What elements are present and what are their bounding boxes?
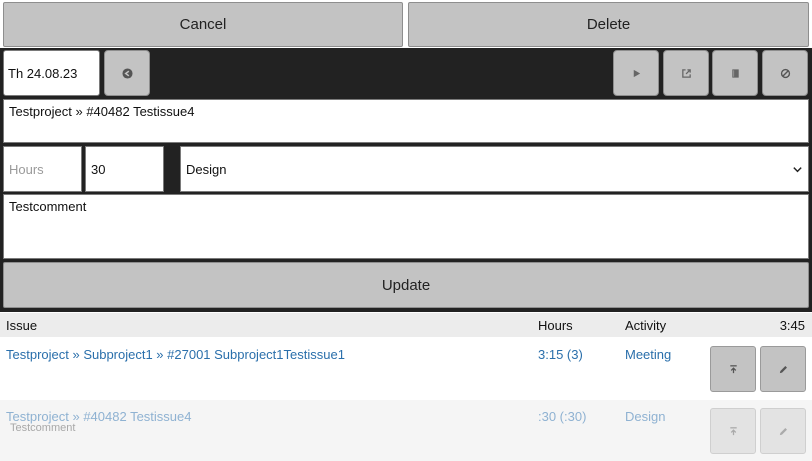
- chevron-down-icon: [793, 166, 802, 172]
- edit-button[interactable]: [760, 408, 806, 454]
- header-issue: Issue: [6, 318, 38, 333]
- comment-textarea[interactable]: Testcomment: [3, 194, 809, 259]
- book-button[interactable]: [712, 50, 758, 96]
- entry-hours: :30 (:30): [538, 409, 587, 424]
- arrow-to-top-icon: [729, 426, 737, 435]
- book-icon: [731, 68, 739, 78]
- activity-selected-label: Design: [186, 161, 227, 177]
- clear-date-button[interactable]: [104, 50, 150, 96]
- edit-button[interactable]: [760, 346, 806, 392]
- list-header: Issue Hours Activity 3:45: [0, 313, 812, 337]
- play-icon: [633, 69, 640, 77]
- activity-select[interactable]: Design: [180, 146, 809, 192]
- cancel-timer-button[interactable]: [762, 50, 808, 96]
- delete-button[interactable]: Delete: [408, 2, 809, 47]
- header-total: 3:45: [779, 318, 805, 333]
- clear-date-icon: [121, 67, 133, 79]
- entry-activity: Design: [625, 409, 666, 424]
- pencil-icon: [779, 365, 787, 373]
- table-row[interactable]: Testproject » #40482 Testissue4 Testcomm…: [0, 400, 812, 461]
- pencil-icon: [779, 427, 787, 435]
- issue-link[interactable]: Testproject » Subproject1 » #27001 Subpr…: [6, 347, 345, 362]
- start-timer-button[interactable]: [613, 50, 659, 96]
- entry-hours: 3:15 (3): [538, 347, 583, 362]
- minutes-input[interactable]: 30: [85, 146, 164, 192]
- update-button[interactable]: Update: [3, 262, 809, 308]
- arrow-to-top-icon: [729, 364, 737, 373]
- move-to-top-button[interactable]: [710, 346, 756, 392]
- header-hours: Hours: [538, 318, 573, 333]
- cancel-button[interactable]: Cancel: [3, 2, 403, 47]
- entry-activity: Meeting: [625, 347, 672, 362]
- move-to-top-button[interactable]: [710, 408, 756, 454]
- external-link-icon: [681, 68, 691, 78]
- entry-comment: Testcomment: [10, 422, 76, 434]
- issue-field[interactable]: Testproject » #40482 Testissue4: [3, 99, 809, 143]
- date-field[interactable]: Th 24.08.23: [3, 50, 100, 96]
- cancel-circle-icon: [780, 68, 790, 78]
- hours-input[interactable]: Hours: [3, 146, 82, 192]
- open-issue-button[interactable]: [663, 50, 709, 96]
- header-activity: Activity: [625, 318, 667, 333]
- table-row[interactable]: Testproject » Subproject1 » #27001 Subpr…: [0, 338, 812, 400]
